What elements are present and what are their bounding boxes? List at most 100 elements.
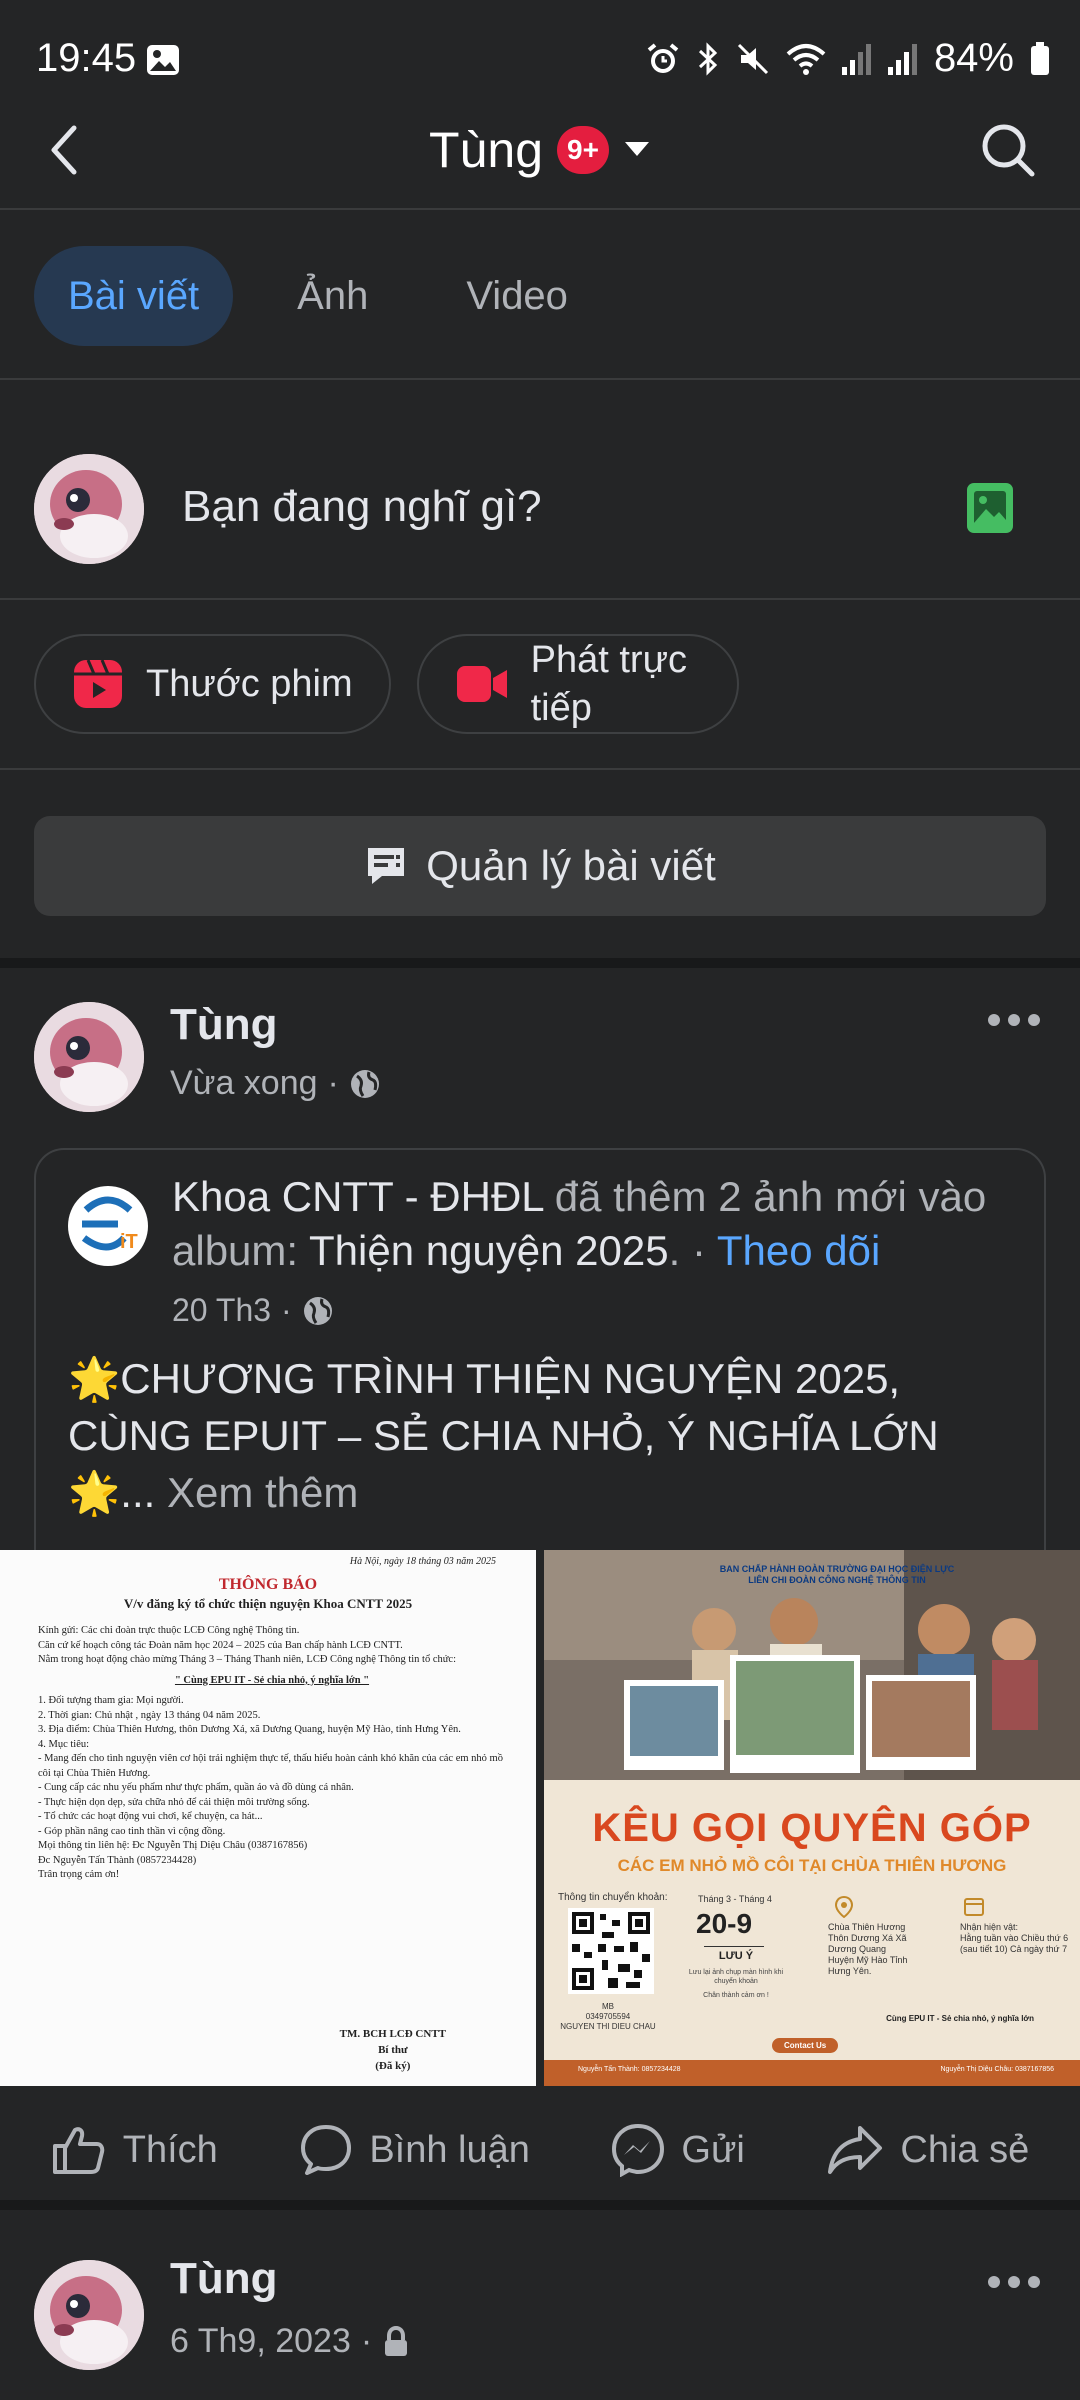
shared-post-date[interactable]: 20 Th3: [172, 1292, 271, 1329]
lock-icon: [385, 2325, 408, 2356]
globe-icon: [303, 1296, 332, 1325]
section-divider: [0, 958, 1080, 968]
poster-months: Tháng 3 - Tháng 4: [698, 1894, 772, 1904]
like-button[interactable]: Thích: [51, 2124, 218, 2176]
bank-info: MB 0349705594 NGUYEN THI DIEU CHAU: [558, 2002, 658, 2032]
bank-name: MB: [602, 2002, 614, 2011]
post: Tùng 6 Th9, 2023 ·: [0, 2210, 1080, 2400]
alarm-icon: [647, 42, 679, 73]
thanks-text: Chân thành cảm ơn !: [703, 1992, 769, 1999]
avatar[interactable]: [34, 1002, 144, 1112]
tab-posts[interactable]: Bài viết: [34, 246, 234, 346]
signature-note: (Đã ký): [375, 2060, 411, 2072]
divider: [0, 208, 1080, 210]
doc-signature: TM. BCH LCĐ CNTT Bí thư (Đã ký): [340, 2026, 446, 2074]
manage-posts-button[interactable]: Quản lý bài viết: [34, 816, 1046, 916]
doc-line: 2. Thời gian: Chủ nhật , ngày 13 tháng 0…: [38, 1709, 261, 1721]
doc-line: 3. Địa điểm: Chùa Thiên Hương, thôn Dươn…: [38, 1724, 461, 1735]
avatar[interactable]: [34, 2260, 144, 2370]
image-icon: [147, 45, 179, 75]
poster-slogan: Cùng EPU IT - Sẻ chia nhỏ, ý nghĩa lớn: [886, 2014, 1034, 2023]
reels-icon: [74, 659, 122, 708]
live-label: Phát trực tiếp: [530, 639, 688, 729]
more-options-icon[interactable]: [986, 2274, 1042, 2290]
account-holder: NGUYEN THI DIEU CHAU: [560, 2022, 656, 2031]
poster-header: BAN CHẤP HÀNH ĐOÀN TRƯỜNG ĐẠI HỌC ĐIỆN L…: [614, 1564, 1060, 1586]
meta-separator: ·: [281, 1292, 292, 1328]
avatar[interactable]: [34, 454, 144, 564]
like-label: Thích: [122, 2128, 218, 2171]
location-icon: [834, 1896, 854, 1918]
doc-line: Mọi thông tin liên hệ: Đc Nguyễn Thị Diệ…: [38, 1840, 308, 1851]
poster-date: 20-9: [696, 1908, 753, 1939]
svg-text:iT: iT: [120, 1231, 138, 1253]
album-name[interactable]: Thiện nguyện 2025: [309, 1227, 669, 1274]
doc-line: - Góp phần nâng cao tinh thần vì cộng đồ…: [38, 1825, 226, 1837]
doc-body: Kính gửi: Các chi đoàn trực thuộc LCĐ Cô…: [38, 1624, 506, 1883]
profile-switcher[interactable]: Tùng 9+: [0, 120, 1080, 180]
note-text: Lưu lại ảnh chụp màn hình khi chuyển kho…: [688, 1969, 784, 1985]
reels-label: Thước phim: [146, 663, 353, 705]
app-bar: Tùng 9+: [0, 120, 1080, 210]
doc-line: Đc Nguyễn Tấn Thành (0857234428): [38, 1854, 197, 1866]
announcement-photo[interactable]: Hà Nội, ngày 18 tháng 03 năm 2025 THÔNG …: [0, 1550, 536, 2086]
transfer-label: Thông tin chuyển khoản:: [558, 1892, 668, 1903]
post-author[interactable]: Tùng: [170, 1000, 278, 1050]
status-bar: 19:45 84%: [0, 0, 1080, 120]
shared-post-header: Khoa CNTT - ĐHĐL đã thêm 2 ảnh mới vào a…: [172, 1173, 987, 1274]
send-label: Gửi: [681, 2128, 745, 2171]
composer-placeholder: Bạn đang nghĩ gì?: [182, 482, 542, 531]
shared-post-card[interactable]: iT Khoa CNTT - ĐHĐL đã thêm 2 ảnh mới và…: [34, 1148, 1046, 1568]
see-more-link[interactable]: Xem thêm: [167, 1469, 358, 1516]
post-time[interactable]: Vừa xong: [170, 1064, 318, 1103]
share-button[interactable]: Chia sẻ: [826, 2124, 1029, 2176]
wifi-icon: [786, 43, 826, 75]
post-composer[interactable]: Bạn đang nghĩ gì?: [0, 380, 1080, 598]
meta-separator: ·: [327, 1064, 339, 1102]
post-author[interactable]: Tùng: [170, 2254, 278, 2304]
poster-title: KÊU GỌI QUYÊN GÓP: [592, 1806, 1032, 1850]
doc-line: Căn cứ kế hoạch công tác Đoàn năm học 20…: [38, 1639, 403, 1651]
contact-right: Nguyễn Thị Diệu Châu: 0387167856: [940, 2066, 1054, 2073]
search-icon[interactable]: [980, 122, 1036, 178]
more-options-icon[interactable]: [986, 1012, 1042, 1028]
caret-down-icon: [624, 142, 649, 156]
tab-videos[interactable]: Video: [432, 246, 602, 346]
status-icons: 84%: [646, 36, 1050, 81]
mute-icon: [737, 43, 768, 74]
profile-tabs: Bài viết Ảnh Video: [34, 246, 602, 346]
follow-button[interactable]: Theo dõi: [717, 1227, 880, 1274]
manage-posts-label: Quản lý bài viết: [426, 842, 716, 889]
tab-photos[interactable]: Ảnh: [263, 246, 402, 346]
doc-line: Nằm trong hoạt động chào mừng Tháng 3 – …: [38, 1654, 457, 1665]
bluetooth-icon: [698, 41, 718, 76]
qr-code-icon: [568, 1908, 654, 1994]
page-logo[interactable]: iT: [68, 1186, 148, 1266]
reels-button[interactable]: Thước phim: [34, 634, 391, 734]
live-video-icon: [456, 666, 507, 702]
live-button[interactable]: Phát trực tiếp: [416, 634, 739, 734]
photo-icon[interactable]: [966, 482, 1014, 534]
comment-button[interactable]: Bình luận: [299, 2123, 530, 2177]
shared-post-text: 🌟CHƯƠNG TRÌNH THIỆN NGUYỆN 2025, CÙNG EP…: [68, 1350, 1014, 1521]
create-actions: Thước phim Phát trực tiếp: [34, 634, 739, 734]
poster-place: Chùa Thiên Hương Thôn Dương Xá Xã Dương …: [828, 1922, 908, 1976]
schedule-text: Hằng tuần vào Chiều thứ 6 (sau tiết 10) …: [960, 1933, 1069, 1954]
signature-role: Bí thư: [378, 2044, 408, 2056]
signal-icon: [887, 43, 917, 75]
poster-subtitle: CÁC EM NHỎ MỒ CÔI TẠI CHÙA THIÊN HƯƠNG: [617, 1856, 1007, 1875]
doc-line: - Cung cấp các nhu yếu phẩm như thực phẩ…: [38, 1782, 354, 1793]
send-button[interactable]: Gửi: [611, 2123, 745, 2177]
shared-page-name[interactable]: Khoa CNTT - ĐHĐL: [172, 1173, 543, 1220]
doc-line: " Cùng EPU IT - Sẻ chia nhỏ, ý nghĩa lớn…: [174, 1674, 370, 1686]
doc-subheading: V/v đăng ký tổ chức thiện nguyện Khoa CN…: [123, 1596, 413, 1611]
donation-poster-photo[interactable]: BAN CHẤP HÀNH ĐOÀN TRƯỜNG ĐẠI HỌC ĐIỆN L…: [544, 1550, 1080, 2086]
signal-icon: [841, 43, 871, 75]
doc-line: - Tổ chức các hoạt động vui chơi, kể chu…: [38, 1811, 263, 1822]
post-time[interactable]: 6 Th9, 2023: [170, 2322, 351, 2361]
divider: [704, 1946, 764, 1947]
poster-header-line: LIÊN CHI ĐOÀN CÔNG NGHỆ THÔNG TIN: [748, 1575, 926, 1585]
share-label: Chia sẻ: [900, 2128, 1030, 2171]
comment-label: Bình luận: [369, 2128, 530, 2171]
calendar-icon: [964, 1898, 984, 1916]
